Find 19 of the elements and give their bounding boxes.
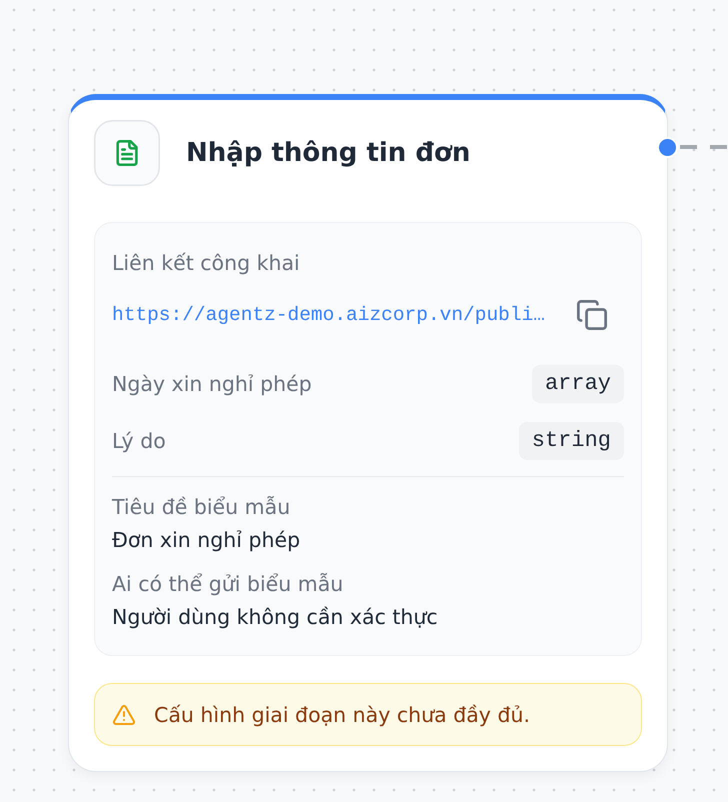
warning-icon	[113, 704, 135, 724]
link-label: Liên kết công khai	[112, 250, 301, 277]
public-link[interactable]: https://agentz-demo.aizcorp.vn/publi…	[112, 303, 545, 327]
detail-label: Tiêu đề biểu mẫu	[112, 494, 292, 521]
dashed-edge	[678, 145, 728, 149]
type-tag: string	[518, 422, 624, 460]
document-icon	[94, 120, 160, 186]
detail-value: Người dùng không cần xác thực	[112, 604, 439, 631]
connector-handle[interactable]	[657, 137, 678, 158]
node-card[interactable]	[68, 94, 668, 772]
warning-text: Cấu hình giai đoạn này chưa đầy đủ.	[154, 702, 530, 728]
node-title: Nhập thông tin đơn	[186, 137, 470, 170]
detail-value: Đơn xin nghỉ phép	[112, 527, 302, 554]
detail-label: Ai có thể gửi biểu mẫu	[112, 571, 344, 598]
copy-icon	[577, 300, 607, 330]
field-name: Lý do	[112, 428, 166, 455]
field-name: Ngày xin nghỉ phép	[112, 371, 312, 398]
type-tag: array	[532, 365, 624, 403]
copy-button[interactable]	[575, 298, 609, 332]
